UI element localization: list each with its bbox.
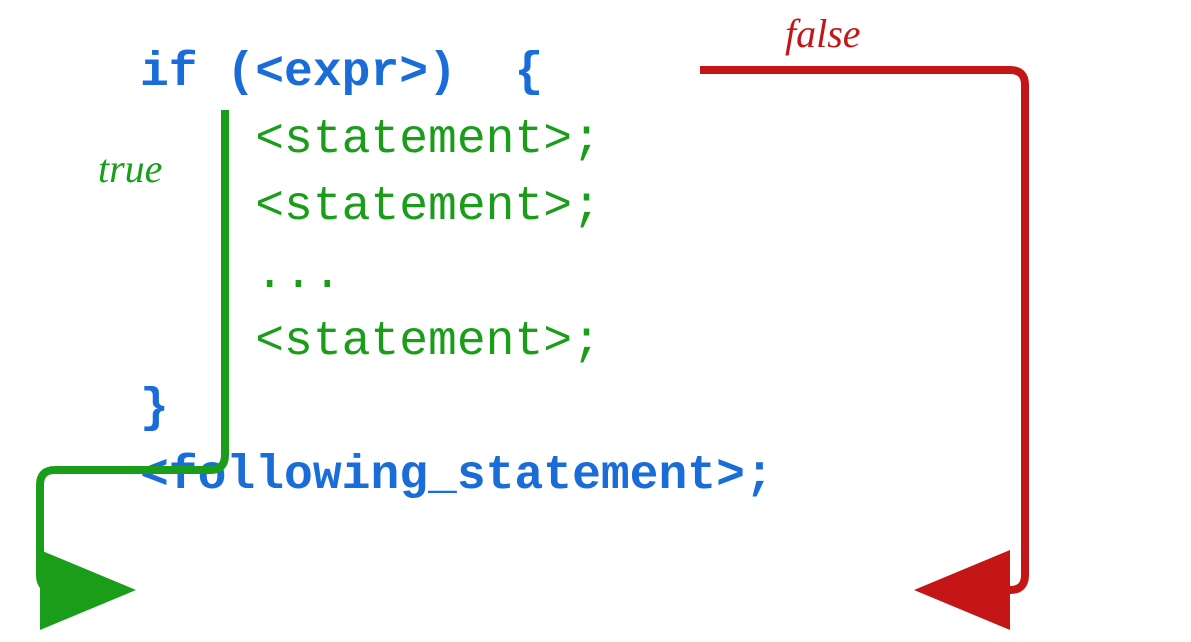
close-brace-line: }: [140, 376, 774, 443]
body-line-2: <statement>;: [140, 174, 774, 241]
ellipsis: ...: [255, 248, 341, 302]
body-line-4: <statement>;: [140, 309, 774, 376]
true-label: true: [98, 145, 162, 192]
close-brace: }: [140, 382, 169, 436]
statement-text: <statement>;: [255, 113, 601, 167]
body-line-1: <statement>;: [140, 107, 774, 174]
if-line: if (<expr>) {: [140, 40, 774, 107]
if-keyword: if: [140, 46, 198, 100]
statement-text: <statement>;: [255, 315, 601, 369]
condition-expr: (<expr>): [226, 46, 456, 100]
open-brace: {: [514, 46, 543, 100]
statement-text: <statement>;: [255, 180, 601, 234]
body-line-3: ...: [140, 242, 774, 309]
code-block: if (<expr>) { <statement>; <statement>; …: [140, 40, 774, 510]
following-statement: <following_statement>;: [140, 449, 774, 503]
following-line: <following_statement>;: [140, 443, 774, 510]
false-label: false: [785, 10, 861, 57]
